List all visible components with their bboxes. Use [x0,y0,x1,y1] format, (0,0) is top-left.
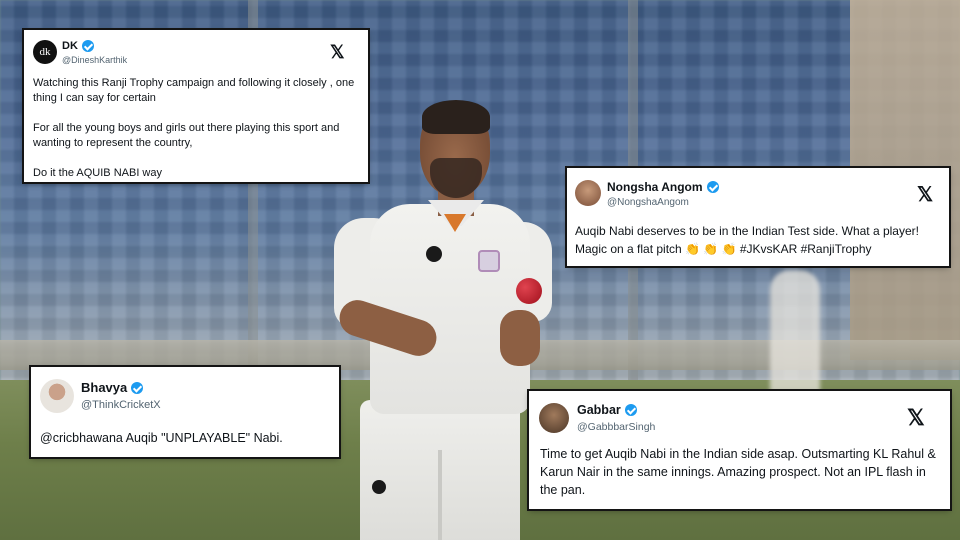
author-handle[interactable]: @GabbbarSingh [577,421,655,433]
verified-badge-icon [706,181,719,193]
player-shirt [370,204,530,414]
x-logo-icon[interactable]: 𝕏 [917,182,933,207]
author-handle[interactable]: @DineshKarthik [62,55,127,65]
author-row: Nongsha Angom [607,180,719,194]
x-logo-icon[interactable]: 𝕏 [330,42,345,63]
tweet-card-gabbar[interactable]: Gabbar @GabbbarSingh 𝕏 Time to get Auqib… [529,391,950,509]
umpire-figure [770,270,820,400]
tweet-text: Time to get Auqib Nabi in the Indian sid… [540,447,936,497]
verified-badge-icon [131,381,144,394]
tweet-text: Watching this Ranji Trophy campaign and … [33,76,363,196]
tweet-card-bhavya[interactable]: Bhavya @ThinkCricketX @cricbhawana Auqib… [31,367,339,457]
shirt-logo [426,246,442,262]
trousers-seam [438,450,442,540]
verified-badge-icon [81,40,94,52]
tweet-card-nongsha[interactable]: Nongsha Angom @NongshaAngom 𝕏 Auqib Nabi… [567,168,949,266]
team-crest [478,250,500,272]
author-handle[interactable]: @NongshaAngom [607,197,689,208]
verified-badge-icon [624,404,637,416]
player-right-forearm [500,310,540,366]
author-name[interactable]: Bhavya [81,380,127,395]
cricket-ball [516,278,542,304]
avatar[interactable]: dk [33,40,57,64]
author-row: DK [62,40,94,52]
tweet-paragraph: For all the young boys and girls out the… [33,122,340,149]
tweet-text: Auqib Nabi deserves to be in the Indian … [575,224,919,256]
tweet-paragraph: Do it the AQUIB NABI way [33,167,162,179]
tweet-paragraph: Watching this Ranji Trophy campaign and … [33,77,355,104]
avatar[interactable] [539,403,569,433]
author-row: Bhavya [81,380,144,395]
tweet-card-dk[interactable]: dk DK @DineshKarthik 𝕏 Watching this Ran… [24,30,368,182]
trouser-logo [372,480,386,494]
author-handle[interactable]: @ThinkCricketX [81,399,161,411]
avatar[interactable] [40,379,74,413]
player-hair [422,100,490,134]
x-logo-icon[interactable]: 𝕏 [907,405,925,431]
author-name[interactable]: DK [62,40,78,52]
tweet-text: @cricbhawana Auqib "UNPLAYABLE" Nabi. [40,431,283,445]
avatar[interactable] [575,180,601,206]
author-row: Gabbar [577,403,637,417]
author-name[interactable]: Gabbar [577,403,621,417]
author-name[interactable]: Nongsha Angom [607,180,703,194]
